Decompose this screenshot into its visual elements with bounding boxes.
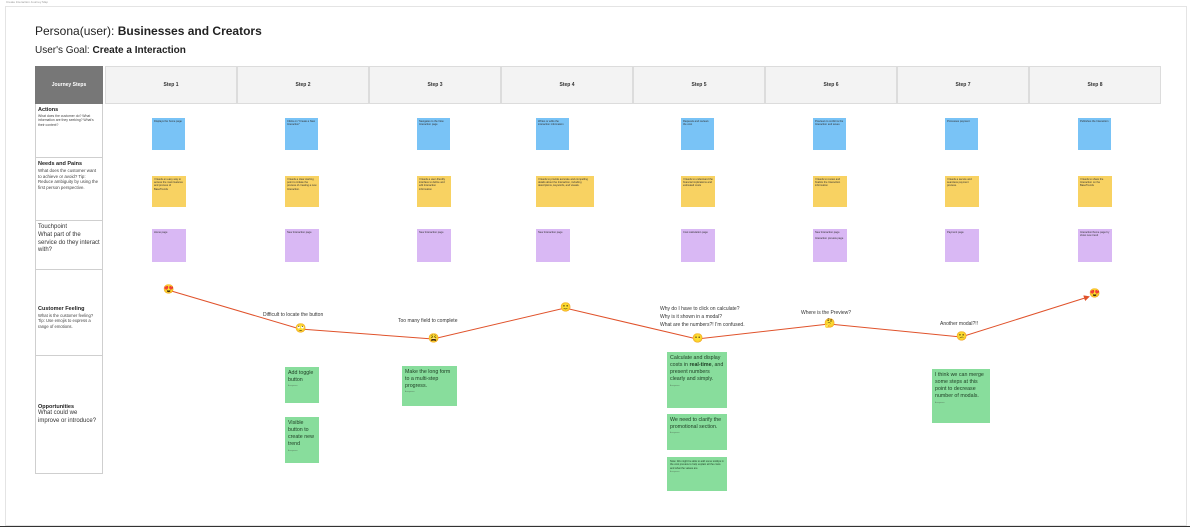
feeling-emoji-icon: 😍 — [1089, 288, 1101, 298]
feeling-label: Why do I have to click on calculate? Why… — [660, 306, 745, 328]
feeling-emoji-icon: 😕 — [956, 331, 968, 341]
feeling-emoji-icon: 🙂 — [560, 302, 572, 312]
feeling-label: Another modal?!! — [940, 321, 979, 327]
feeling-curve — [167, 289, 1090, 340]
feeling-emoji-icon: 🤔 — [824, 318, 836, 328]
feeling-label: Where is the Preview? — [801, 310, 852, 316]
feeling-emoji-icon: 😶 — [692, 333, 704, 343]
feeling-label: Too many field to complete — [398, 318, 458, 324]
feeling-label: Difficult to locate the button — [263, 312, 324, 318]
feeling-emoji-icon: 😩 — [428, 333, 440, 343]
feeling-emoji-icon: 😍 — [163, 284, 175, 294]
feeling-emoji-icon: 🙄 — [295, 323, 307, 333]
